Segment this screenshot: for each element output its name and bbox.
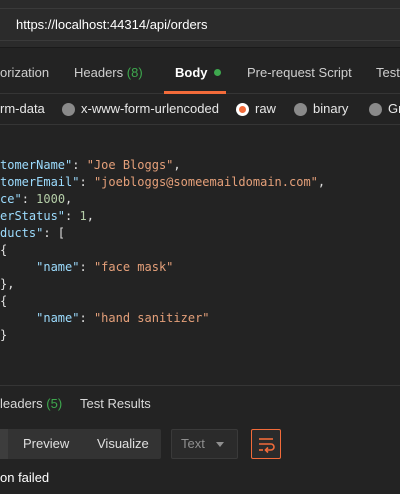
json-punctuation: : [ xyxy=(43,226,66,240)
tab-pre-request-script[interactable]: Pre-request Script xyxy=(247,48,352,94)
code-line: "name": "face mask" xyxy=(36,260,174,274)
json-value: "hand sanitizer" xyxy=(93,311,210,325)
radio-graphql[interactable] xyxy=(369,103,382,116)
body-type-graphql[interactable]: Gr xyxy=(388,95,400,125)
code-line: { xyxy=(0,241,7,259)
active-dot-icon xyxy=(213,69,221,77)
code-line: ce": 1000, xyxy=(0,192,73,206)
body-type-x-www-form-urlencoded[interactable]: x-www-form-urlencoded xyxy=(81,95,219,125)
json-value: 1 xyxy=(79,209,87,223)
tab-tests-label: Test xyxy=(376,65,400,80)
url-bar: https://localhost:44314/api/orders xyxy=(0,0,400,48)
radio-binary[interactable] xyxy=(294,103,307,116)
radio-x-www-form-urlencoded[interactable] xyxy=(62,103,75,116)
view-mode-visualize[interactable]: Visualize xyxy=(97,429,149,459)
code-line: "name": "hand sanitizer" xyxy=(36,311,210,325)
request-tabs: orization Headers (8) Body Pre-request S… xyxy=(0,48,400,94)
json-key: tomerName" xyxy=(0,158,73,172)
response-status-text: on failed xyxy=(0,470,50,485)
body-type-form-data-label: rm-data xyxy=(0,101,45,116)
view-mode-segmented: Preview Visualize xyxy=(0,429,161,459)
tab-headers-count: (8) xyxy=(126,65,143,80)
body-type-graphql-label: Gr xyxy=(388,101,400,116)
json-punctuation: }, xyxy=(0,277,15,291)
json-punctuation: } xyxy=(0,328,8,342)
tab-response-headers-label: leaders xyxy=(0,396,43,411)
json-value: "Joe Bloggs" xyxy=(86,158,174,172)
chevron-down-icon xyxy=(216,442,224,447)
tab-body-label: Body xyxy=(175,65,208,80)
tab-response-headers[interactable]: leaders (5) xyxy=(0,386,62,422)
tab-headers-label: Headers xyxy=(74,65,124,80)
view-mode-pretty-option[interactable] xyxy=(0,429,8,459)
json-key: "name" xyxy=(36,260,80,274)
json-punctuation: { xyxy=(0,294,8,308)
code-line: tomerName": "Joe Bloggs", xyxy=(0,158,181,172)
url-input[interactable]: https://localhost:44314/api/orders xyxy=(0,8,400,41)
json-key: ducts" xyxy=(0,226,44,240)
format-dropdown[interactable]: Text xyxy=(171,429,238,459)
code-line: tomerEmail": "joebloggs@someemaildomain.… xyxy=(0,175,326,189)
tab-headers[interactable]: Headers (8) xyxy=(74,48,143,94)
radio-raw[interactable] xyxy=(236,103,249,116)
wrap-lines-button[interactable] xyxy=(251,429,281,459)
body-type-binary-label: binary xyxy=(313,101,349,116)
json-value: "joebloggs@someemaildomain.com" xyxy=(93,175,318,189)
tab-test-results[interactable]: Test Results xyxy=(80,386,151,422)
code-line: } xyxy=(0,326,7,344)
body-type-options: rm-data x-www-form-urlencoded raw binary… xyxy=(0,95,400,125)
active-tab-underline xyxy=(164,91,226,94)
body-type-binary[interactable]: binary xyxy=(313,95,348,125)
format-dropdown-value: Text xyxy=(181,436,205,451)
json-key: ce" xyxy=(0,192,22,206)
view-mode-preview[interactable]: Preview xyxy=(23,429,69,459)
json-key: "name" xyxy=(36,311,80,325)
tab-authorization[interactable]: orization xyxy=(0,48,49,94)
tab-tests[interactable]: Test xyxy=(376,48,400,94)
json-key: erStatus" xyxy=(0,209,66,223)
response-tabs: leaders (5) Test Results xyxy=(0,385,400,421)
code-line: }, xyxy=(0,275,14,293)
json-value: "face mask" xyxy=(93,260,174,274)
body-type-form-data[interactable]: rm-data xyxy=(0,95,45,125)
code-line: erStatus": 1, xyxy=(0,209,94,223)
json-key: tomerEmail" xyxy=(0,175,80,189)
code-line: ducts": [ xyxy=(0,224,65,242)
view-mode-visualize-label: Visualize xyxy=(97,436,149,451)
tab-authorization-label: orization xyxy=(0,65,50,80)
tab-pre-request-label: Pre-request Script xyxy=(247,65,352,80)
tab-response-headers-count: (5) xyxy=(46,396,63,411)
json-punctuation: { xyxy=(0,243,8,257)
tab-test-results-label: Test Results xyxy=(80,396,151,411)
view-mode-preview-label: Preview xyxy=(23,436,70,451)
body-type-urlencoded-label: x-www-form-urlencoded xyxy=(81,101,219,116)
wrap-lines-icon xyxy=(259,438,275,454)
response-toolbar: Preview Visualize Text xyxy=(0,421,400,467)
code-line: { xyxy=(0,292,7,310)
tab-body[interactable]: Body xyxy=(175,48,221,94)
json-value: 1000 xyxy=(36,192,66,206)
body-type-raw[interactable]: raw xyxy=(255,95,276,125)
body-type-raw-label: raw xyxy=(255,101,276,116)
request-body-editor[interactable]: tomerName": "Joe Bloggs", tomerEmail": "… xyxy=(0,126,400,384)
